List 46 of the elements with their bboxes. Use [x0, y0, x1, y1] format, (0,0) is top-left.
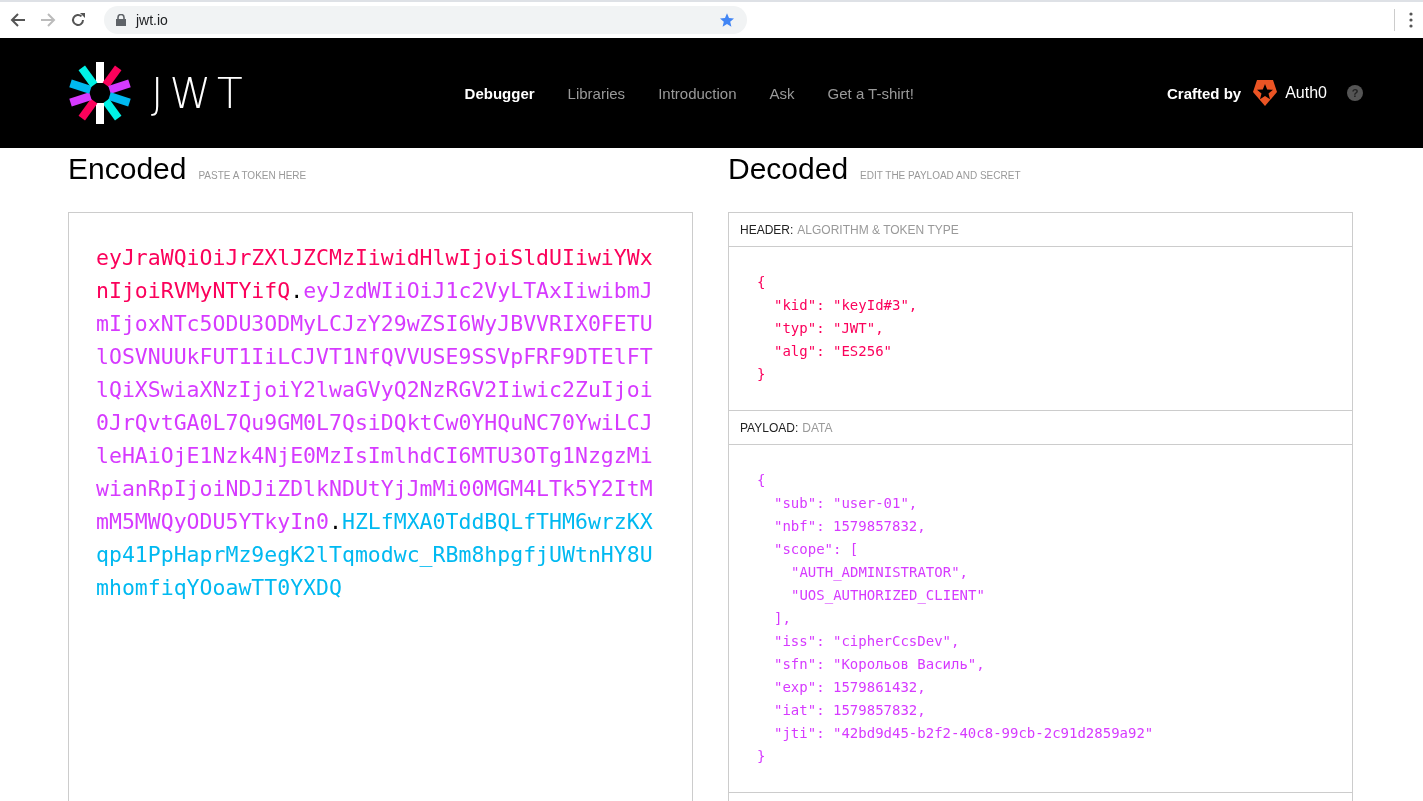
json-line: "scope": [ — [774, 540, 859, 559]
section-title: Encoded — [68, 152, 187, 186]
address-bar[interactable]: jwt.io — [104, 6, 747, 34]
menu-icon[interactable] — [1409, 12, 1413, 28]
reload-icon[interactable] — [70, 12, 86, 28]
section-caption: DATA — [802, 420, 833, 435]
section-subtitle: PASTE A TOKEN HERE — [198, 170, 307, 181]
token-input-area[interactable] — [68, 212, 693, 801]
nav-link[interactable]: Debugger — [464, 84, 535, 102]
json-line: } — [757, 365, 766, 384]
star-icon[interactable] — [719, 12, 735, 28]
section-label: HEADER: — [740, 222, 794, 237]
nav-link[interactable]: Libraries — [567, 84, 626, 102]
json-line: ], — [774, 609, 791, 628]
section-label: PAYLOAD: — [740, 420, 799, 435]
back-arrow-icon[interactable] — [10, 12, 26, 28]
json-line: "sub": "user-01", — [774, 494, 918, 513]
url-text: jwt.io — [136, 12, 169, 28]
section-caption: ALGORITHM & TOKEN TYPE — [797, 222, 959, 237]
pinwheel-logo-icon[interactable] — [67, 60, 133, 126]
crafted-by-text: Crafted by — [1167, 84, 1242, 102]
nav-link[interactable]: Introduction — [658, 84, 737, 102]
nav-link[interactable]: Ask — [769, 84, 795, 102]
json-line: "UOS_AUTHORIZED_CLIENT" — [791, 586, 985, 606]
json-line: "kid": "keyId#3", — [774, 296, 918, 315]
encoded-token-text: eyJraWQiOiJrZXlJZCMzIiwidHlwIjoiSldUIiwiYWxnIjoiRVMyNTYifQ.eyJzdWIiOiJ1c2VyLTAxIiwibmJmIjoxNTc5ODU3ODMyLCJzY29wZSI6WyJBVVRIX0FETUlOSVNUUkFUT1IiLCJVT1NfQVVUSE9SSVpFRF9DTElFTlQiXSwiaXNzIjoiY2lwaGVyQ2NzRGV2Iiwic2ZuIjoi0JrQvtGA0L7Qu9GM0L7QsiDQktCw0YHQuNC70YwiLCJleHAiOjE1Nzk4NjE0MzIsImlhdCI6MTU3OTg1NzgzMiwianRpIjoiNDJiZDlkNDUtYjJmMi00MGM4LTk5Y2ItMmM5MWQyODU5YTkyIn0.HZLfMXA0TddBQLfTHM6wrzKXqp41PpHaprMz9egK2lTqmodwc_RBm8hpgfjUWtnHY8UmhomfiqYOoawTT0YXDQ — [95, 244, 654, 602]
json-editor[interactable]: { "kid": "keyId#3", "typ": "JWT", "alg": "ES256" } — [729, 247, 1352, 411]
json-line: "iat": 1579857832, — [774, 701, 926, 720]
json-line: "iss": "cipherCcsDev", — [774, 632, 960, 651]
json-line: "exp": 1579861432, — [774, 678, 926, 697]
json-line: "sfn": "Корольов Василь", — [774, 655, 985, 674]
shield-star-icon[interactable] — [1253, 80, 1278, 106]
json-line: "nbf": 1579857832, — [774, 517, 926, 536]
json-line: "alg": "ES256" — [774, 342, 892, 361]
section-title: Decoded — [728, 152, 849, 186]
nav-link[interactable]: Get a T-shirt! — [827, 84, 914, 102]
json-line: } — [757, 747, 766, 766]
json-line: { — [757, 273, 766, 292]
section-subtitle: EDIT THE PAYLOAD AND SECRET — [860, 170, 1021, 181]
brand-name[interactable]: Auth0 — [1285, 84, 1327, 102]
logo-wordmark[interactable]: JWT — [151, 68, 249, 118]
json-line: "typ": "JWT", — [774, 319, 884, 338]
json-line: "jti": "42bd9d45-b2f2-40c8-99cb-2c91d2859a92" — [774, 724, 1154, 743]
json-line: "AUTH_ADMINISTRATOR", — [791, 563, 968, 583]
json-line: { — [757, 471, 766, 490]
lock-icon — [116, 14, 126, 26]
